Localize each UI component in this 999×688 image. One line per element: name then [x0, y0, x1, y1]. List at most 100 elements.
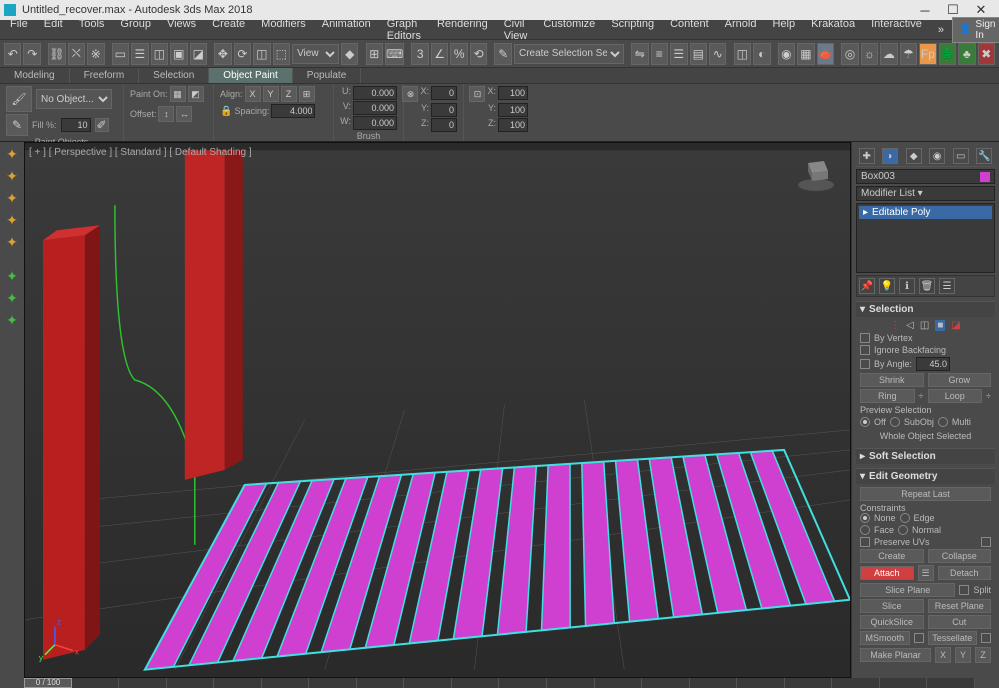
- eyedropper-icon[interactable]: ✐: [95, 118, 109, 132]
- display-panel-icon[interactable]: ▭: [953, 148, 969, 164]
- selection-set-select[interactable]: Create Selection Se: [514, 44, 624, 64]
- detach-button[interactable]: Detach: [938, 566, 992, 580]
- lt-icon-1[interactable]: ✦: [2, 144, 22, 164]
- slice-plane-button[interactable]: Slice Plane: [860, 583, 955, 597]
- grow-button[interactable]: Grow: [928, 373, 992, 387]
- preserve-uvs-cb[interactable]: [860, 537, 870, 547]
- v-input[interactable]: [353, 101, 397, 115]
- keyboard-button[interactable]: ⌨: [385, 43, 404, 65]
- subobj-element-icon[interactable]: ◪: [951, 320, 960, 331]
- render-button[interactable]: 🫖: [817, 43, 834, 65]
- lt-icon-2[interactable]: ✦: [2, 166, 22, 186]
- object-name-field[interactable]: Box003: [856, 169, 995, 184]
- stack-item-editable-poly[interactable]: ▸ Editable Poly: [859, 206, 992, 219]
- ribbon-tab-selection[interactable]: Selection: [139, 68, 209, 83]
- menu-group[interactable]: Group: [112, 16, 159, 44]
- msmooth-button[interactable]: MSmooth: [860, 631, 910, 645]
- modify-panel-icon[interactable]: ◗: [882, 148, 898, 164]
- align-button[interactable]: ≡: [651, 43, 668, 65]
- rotate-button[interactable]: ⟳: [234, 43, 251, 65]
- schematic-button[interactable]: ◫: [734, 43, 751, 65]
- select-name-button[interactable]: ☰: [131, 43, 148, 65]
- move-button[interactable]: ✥: [214, 43, 231, 65]
- menu-krakatoa[interactable]: Krakatoa: [803, 16, 863, 44]
- menu-modifiers[interactable]: Modifiers: [253, 16, 314, 44]
- plugin1-button[interactable]: ◎: [841, 43, 858, 65]
- timeline[interactable]: 0 / 100: [24, 678, 975, 688]
- eraser-icon[interactable]: ✎: [6, 114, 28, 136]
- menu-civil-view[interactable]: Civil View: [496, 16, 536, 44]
- plugin2-button[interactable]: ☼: [861, 43, 878, 65]
- subobj-vertex-icon[interactable]: ⋮: [890, 320, 900, 331]
- bind-button[interactable]: ※: [87, 43, 104, 65]
- modifier-stack[interactable]: ▸ Editable Poly: [856, 203, 995, 273]
- configure-icon[interactable]: ☰: [939, 278, 955, 294]
- tessellate-settings[interactable]: [981, 633, 991, 643]
- align-y-button[interactable]: Y: [263, 86, 279, 102]
- attach-button[interactable]: Attach: [860, 566, 914, 580]
- loop-button[interactable]: Loop: [928, 389, 983, 403]
- menu-views[interactable]: Views: [159, 16, 204, 44]
- subobj-edge-icon[interactable]: ◁: [906, 320, 914, 331]
- viewport-label[interactable]: [ + ] [ Perspective ] [ Standard ] [ Def…: [29, 147, 252, 158]
- by-angle-input[interactable]: [916, 357, 950, 371]
- preview-off-radio[interactable]: [860, 417, 870, 427]
- planar-z[interactable]: Z: [975, 647, 991, 663]
- sz-input[interactable]: [498, 118, 528, 132]
- placement-button[interactable]: ⬚: [273, 43, 290, 65]
- planar-y[interactable]: Y: [955, 647, 971, 663]
- plugin3-button[interactable]: ☁: [880, 43, 897, 65]
- scale-button[interactable]: ◫: [253, 43, 270, 65]
- menu-tools[interactable]: Tools: [71, 16, 113, 44]
- ribbon-tab-object-paint[interactable]: Object Paint: [209, 68, 292, 83]
- align-flip-button[interactable]: ⊞: [299, 86, 315, 102]
- mirror-button[interactable]: ⇋: [631, 43, 648, 65]
- quickslice-button[interactable]: QuickSlice: [860, 615, 924, 629]
- edit-selection-button[interactable]: ✎: [494, 43, 511, 65]
- repeat-last-button[interactable]: Repeat Last: [860, 487, 991, 501]
- motion-panel-icon[interactable]: ◉: [929, 148, 945, 164]
- remove-mod-icon[interactable]: 🗑: [919, 278, 935, 294]
- c-face-radio[interactable]: [860, 525, 870, 535]
- offset-x-button[interactable]: ↕: [158, 106, 174, 122]
- brush-icon[interactable]: 🖌: [6, 86, 32, 112]
- redo-button[interactable]: ↷: [23, 43, 40, 65]
- painton-grid-button[interactable]: ▦: [170, 86, 186, 102]
- slice-button[interactable]: Slice: [860, 599, 924, 613]
- by-angle-cb[interactable]: [860, 359, 870, 369]
- sx-icon[interactable]: ⊡: [469, 86, 485, 102]
- render-frame-button[interactable]: ▦: [797, 43, 814, 65]
- offset-y-button[interactable]: ↔: [176, 106, 192, 122]
- pivot-button[interactable]: ◆: [341, 43, 358, 65]
- fill-input[interactable]: [61, 118, 91, 132]
- sx-input[interactable]: [498, 86, 528, 100]
- select-button[interactable]: ▭: [112, 43, 129, 65]
- render-setup-button[interactable]: ◉: [778, 43, 795, 65]
- rz-input[interactable]: [431, 118, 457, 132]
- viewcube[interactable]: [794, 151, 838, 195]
- hierarchy-panel-icon[interactable]: ◆: [906, 148, 922, 164]
- lt-icon-6[interactable]: ✦: [2, 266, 22, 286]
- object-color-swatch[interactable]: [980, 172, 990, 182]
- undo-button[interactable]: ↶: [4, 43, 21, 65]
- ribbon-tab-freeform[interactable]: Freeform: [70, 68, 140, 83]
- tessellate-button[interactable]: Tessellate: [928, 631, 978, 645]
- subobj-polygon-icon[interactable]: ■: [935, 320, 945, 331]
- fp-button[interactable]: Fp: [919, 43, 936, 65]
- toggle-ribbon-button[interactable]: ▤: [690, 43, 707, 65]
- create-panel-icon[interactable]: ✚: [859, 148, 875, 164]
- msmooth-settings[interactable]: [914, 633, 924, 643]
- make-planar-button[interactable]: Make Planar: [860, 648, 931, 662]
- create-button[interactable]: Create: [860, 549, 924, 563]
- menu-create[interactable]: Create: [204, 16, 253, 44]
- curve-editor-button[interactable]: ∿: [709, 43, 726, 65]
- rollout-selection-header[interactable]: ▾ Selection: [856, 302, 995, 317]
- menu-scripting[interactable]: Scripting: [603, 16, 662, 44]
- noobj-select[interactable]: No Object...: [36, 89, 112, 109]
- rollout-softsel-header[interactable]: ▸ Soft Selection: [856, 449, 995, 464]
- viewport[interactable]: [ + ] [ Perspective ] [ Standard ] [ Def…: [24, 142, 851, 678]
- x-button[interactable]: ✖: [978, 43, 995, 65]
- tree-button[interactable]: 🌲: [939, 43, 956, 65]
- menu-interactive[interactable]: Interactive: [863, 16, 930, 44]
- layers-button[interactable]: ☰: [670, 43, 687, 65]
